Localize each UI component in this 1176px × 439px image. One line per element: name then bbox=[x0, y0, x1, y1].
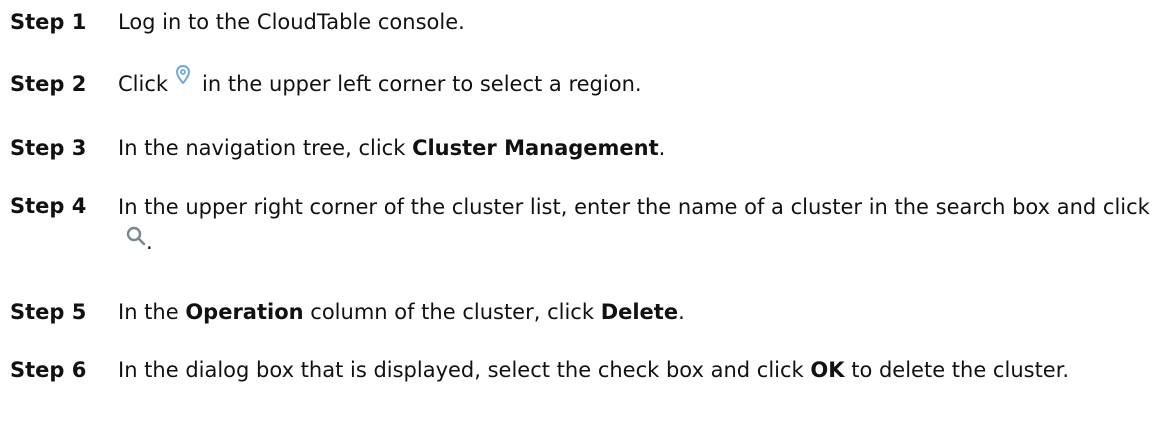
step-text: In the Operation column of the cluster, … bbox=[118, 300, 685, 324]
step-6: Step 6 In the dialog box that is display… bbox=[10, 354, 1166, 386]
step-5: Step 5 In the Operation column of the cl… bbox=[10, 296, 1166, 328]
search-icon bbox=[126, 222, 146, 257]
step-label: Step 6 bbox=[10, 358, 87, 382]
step-label: Step 3 bbox=[10, 136, 87, 160]
step-text: Log in to the CloudTable console. bbox=[118, 10, 465, 34]
location-pin-icon bbox=[176, 61, 191, 93]
step-label: Step 2 bbox=[10, 72, 87, 96]
step-text: In the dialog box that is displayed, sel… bbox=[118, 358, 1070, 382]
step-text: Click in the upper left corner to select … bbox=[118, 64, 1166, 101]
step-1: Step 1 Log in to the CloudTable console. bbox=[10, 6, 1166, 38]
step-2: Step 2 Click in the upper left corner to … bbox=[10, 64, 1166, 101]
step-text: In the upper right corner of the cluster… bbox=[118, 190, 1166, 261]
step-3: Step 3 In the navigation tree, click Clu… bbox=[10, 132, 1166, 164]
step-label: Step 4 bbox=[10, 194, 87, 218]
step-label: Step 5 bbox=[10, 300, 87, 324]
step-text: In the navigation tree, click Cluster Ma… bbox=[118, 136, 666, 160]
procedure-steps: Step 1 Log in to the CloudTable console.… bbox=[0, 0, 1176, 439]
step-4: Step 4 In the upper right corner of the … bbox=[10, 190, 1166, 261]
step-label: Step 1 bbox=[10, 10, 87, 34]
